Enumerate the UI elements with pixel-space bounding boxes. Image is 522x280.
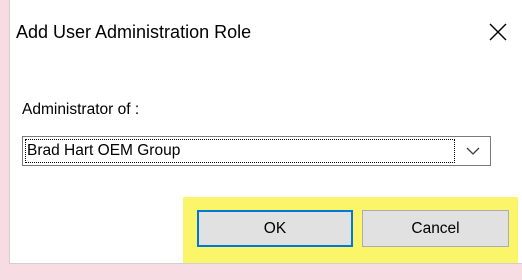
dropdown-toggle[interactable] [458,137,488,165]
cancel-button[interactable]: Cancel [362,210,509,247]
screenshot-stage: Add User Administration Role Administrat… [0,0,522,280]
dialog-titlebar[interactable]: Add User Administration Role [10,0,522,72]
cancel-button-label: Cancel [411,219,460,237]
chevron-down-icon [466,147,480,155]
close-icon [489,23,507,41]
ok-button[interactable]: OK [197,210,353,247]
dialog-title: Add User Administration Role [16,22,252,42]
backdrop-edge-bottom [0,264,522,280]
administrator-of-select[interactable]: Brad Hart OEM Group [22,136,491,166]
close-button[interactable] [478,14,518,50]
add-user-administration-role-dialog: Add User Administration Role Administrat… [9,0,522,264]
ok-button-label: OK [263,219,287,237]
administrator-of-label: Administrator of : [22,101,140,118]
administrator-of-selected-value: Brad Hart OEM Group [25,139,455,163]
